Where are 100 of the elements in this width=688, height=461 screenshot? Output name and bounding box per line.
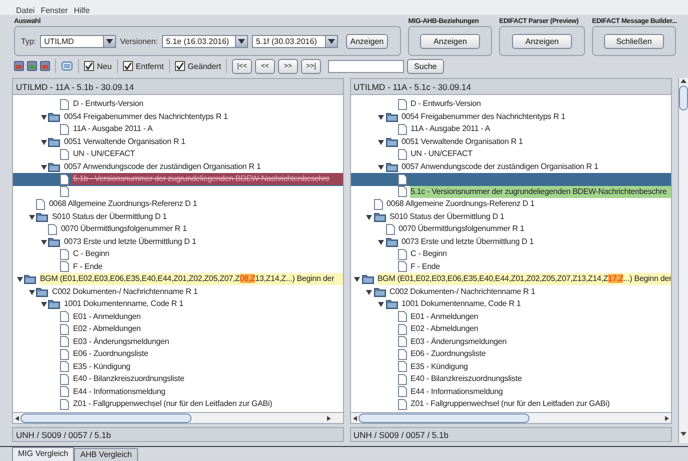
expand-triangle-icon[interactable] [40, 164, 46, 170]
document-icon [60, 348, 69, 360]
expand-triangle-icon[interactable] [378, 164, 384, 170]
version-dropdown[interactable]: 5.1f (30.03.2016) [252, 34, 338, 48]
tree-row[interactable]: 0073 Erste und letzte Übermittlung D 1 [13, 236, 342, 248]
close-button[interactable]: Schließen [604, 34, 664, 49]
tree-row[interactable]: E03 - Änderungsmeldungen [350, 336, 671, 348]
tree-row[interactable]: Z01 - Fallgruppenwechsel (nur für den Leitfaden zur GABi) [13, 398, 342, 410]
horizontal-scrollbar[interactable] [12, 413, 344, 424]
expand-triangle-icon[interactable] [40, 301, 46, 308]
tree-row[interactable]: 0073 Erste und letzte Übermittlung D 1 [350, 236, 671, 248]
tab[interactable]: AHB Vergleich [74, 448, 138, 461]
tree-node-label: S010 Status der Übermittlung D 1 [388, 210, 506, 223]
tree-row[interactable]: 5.1c - Versionsnummer der zugrundeliegenden BDEW-Nachrichtenbeschre [350, 186, 671, 198]
menu-item[interactable]: Fenster [40, 6, 68, 16]
tree-row[interactable]: E40 - Bilanzkreiszuordnungsliste [13, 373, 342, 386]
checkbox[interactable] [174, 61, 185, 72]
document-icon [398, 98, 406, 110]
expand-triangle-icon[interactable] [354, 276, 360, 282]
tree-row[interactable]: E44 - Informationsmeldung [13, 386, 342, 398]
expand-triangle-icon[interactable] [40, 238, 46, 245]
expand-triangle-icon[interactable] [366, 288, 372, 295]
dropdown-arrow-icon[interactable] [324, 36, 337, 47]
vertical-scrollbar[interactable] [678, 78, 688, 443]
menu-item[interactable]: Datei [16, 6, 35, 16]
expand-triangle-icon[interactable] [28, 288, 34, 295]
tree-row[interactable]: D - Entwurfs-Version [350, 98, 671, 110]
expand-triangle-icon[interactable] [378, 238, 384, 245]
tree-node-label: 0068 Allgemeine Zuordnungs-Referenz D 1 [48, 198, 198, 210]
tree-row[interactable]: 1001 Dokumentenname, Code R 1 [13, 298, 342, 310]
tree-row[interactable]: E40 - Bilanzkreiszuordnungsliste [350, 373, 671, 386]
tree-node-label: D - Entwurfs-Version [72, 98, 144, 110]
tree-row[interactable]: 0070 Übermittlungsfolgenummer R 1 [350, 223, 671, 236]
tray-icon[interactable] [14, 61, 24, 72]
tree-row[interactable]: 0068 Allgemeine Zuordnungs-Referenz D 1 [13, 198, 342, 210]
tree-row[interactable]: 0068 Allgemeine Zuordnungs-Referenz D 1 [350, 198, 671, 210]
tree-row[interactable]: 0057 Anwendungscode der zuständigen Organisation R 1 [13, 160, 342, 173]
tab[interactable]: MIG Vergleich [12, 447, 74, 461]
expand-triangle-icon[interactable] [378, 138, 384, 145]
expand-triangle-icon[interactable] [378, 114, 384, 120]
expand-triangle-icon[interactable] [40, 138, 46, 145]
search-button[interactable]: Suche [407, 58, 444, 74]
tree-row[interactable]: E03 - Änderungsmeldungen [13, 336, 342, 348]
tree-row[interactable]: E02 - Abmeldungen [13, 323, 342, 336]
dropdown-arrow-icon[interactable] [103, 36, 116, 47]
tree-node-label: 0051 Verwaltende Organisation R 1 [400, 136, 524, 148]
tree-row[interactable]: E01 - Anmeldungen [350, 310, 671, 323]
dropdown-arrow-icon[interactable] [234, 36, 247, 47]
tree-row[interactable]: Z01 - Fallgruppenwechsel (nur für den Leitfaden zur GABi) [350, 398, 671, 410]
tree-row[interactable]: E02 - Abmeldungen [350, 323, 671, 336]
horizontal-scrollbar[interactable] [350, 413, 672, 424]
tree-row[interactable]: 11A - Ausgabe 2011 - A [350, 123, 671, 136]
search-field[interactable] [328, 60, 404, 73]
tree-row[interactable]: 0054 Freigabenummer des Nachrichtentyps R 1 [13, 110, 342, 123]
document-icon [386, 224, 394, 235]
tree-node-label: F - Ende [72, 260, 104, 273]
type-dropdown[interactable]: UTILMD [40, 34, 116, 48]
checkbox-label: Geändert [188, 62, 222, 71]
tree-row[interactable]: E35 - Kündigung [13, 360, 342, 373]
tree-node-label: 0068 Allgemeine Zuordnungs-Referenz D 1 [386, 198, 536, 210]
tree-row[interactable]: E44 - Informationsmeldung [350, 386, 671, 398]
tree-row[interactable]: D - Entwurfs-Version [13, 98, 342, 110]
tree-row[interactable]: 0057 Anwendungscode der zuständigen Organisation R 1 [350, 160, 671, 173]
tree-row[interactable]: C002 Dokumenten-/ Nachrichtenname R 1 [350, 286, 671, 298]
expand-triangle-icon[interactable] [40, 114, 46, 120]
tree-row[interactable]: C - Beginn [350, 248, 671, 260]
show-button[interactable]: Anzeigen [420, 34, 480, 49]
tree-row[interactable]: C002 Dokumenten-/ Nachrichtenname R 1 [13, 286, 342, 298]
tray-icon[interactable] [27, 61, 37, 72]
tree-row[interactable]: E01 - Anmeldungen [13, 310, 342, 323]
tree-row[interactable]: 1001 Dokumentenname, Code R 1 [350, 298, 671, 310]
expand-triangle-icon[interactable] [16, 276, 22, 282]
expand-triangle-icon[interactable] [378, 301, 384, 308]
swap-icon[interactable] [61, 61, 73, 72]
tray-icon[interactable] [40, 61, 50, 72]
tree-row[interactable]: F - Ende [350, 260, 671, 273]
show-button[interactable]: Anzeigen [512, 34, 572, 49]
show-button[interactable]: Anzeigen [346, 34, 388, 49]
tree-row[interactable]: F - Ende [13, 260, 342, 273]
tree-row[interactable]: C - Beginn [13, 248, 342, 260]
tree-node-label: Z01 - Fallgruppenwechsel (nur für den Leitfaden zur GABi) [72, 398, 274, 410]
tree-row[interactable]: E06 - Zuordnungsliste [350, 348, 671, 360]
checkbox[interactable] [84, 61, 94, 72]
version-dropdown[interactable]: 5.1e (16.03.2016) [162, 34, 248, 48]
tree-row[interactable]: 11A - Ausgabe 2011 - A [13, 123, 342, 136]
tree-row[interactable]: S010 Status der Übermittlung D 1 [13, 210, 342, 223]
tree-row[interactable]: S010 Status der Übermittlung D 1 [350, 210, 671, 223]
tree-row[interactable]: 0051 Verwaltende Organisation R 1 [13, 136, 342, 148]
tree-row[interactable]: E35 - Kündigung [350, 360, 671, 373]
expand-triangle-icon[interactable] [28, 214, 34, 220]
tree-row[interactable]: 0051 Verwaltende Organisation R 1 [350, 136, 671, 148]
menu-item[interactable]: Hilfe [74, 6, 90, 16]
expand-triangle-icon[interactable] [366, 214, 372, 220]
checkbox[interactable] [122, 61, 133, 72]
tree-row[interactable]: UN - UN/CEFACT [350, 148, 671, 160]
tree-row[interactable]: 0054 Freigabenummer des Nachrichtentyps R 1 [350, 110, 671, 123]
tree-row[interactable]: UN - UN/CEFACT [13, 148, 342, 160]
tree-row[interactable]: E06 - Zuordnungsliste [13, 348, 342, 360]
tree-row[interactable]: 0070 Übermittlungsfolgenummer R 1 [13, 223, 342, 236]
document-icon [398, 261, 406, 272]
